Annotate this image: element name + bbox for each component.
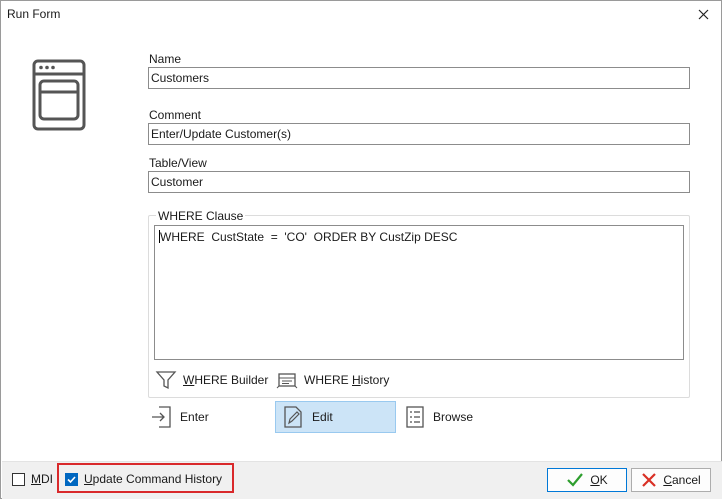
name-field[interactable]: Customers <box>148 67 690 89</box>
cancel-label: Cancel <box>663 473 701 487</box>
where-clause-text: WHERE CustState = 'CO' ORDER BY CustZip … <box>160 230 458 244</box>
form-window-icon <box>32 59 86 131</box>
update-history-label: Update Command History <box>84 472 223 486</box>
ok-button[interactable]: OK <box>547 468 627 492</box>
mdi-checkbox[interactable]: MDI <box>12 472 53 486</box>
where-builder-label: WHERE Builder <box>183 373 269 387</box>
enter-label: Enter <box>180 410 209 424</box>
mdi-checkbox-box[interactable] <box>12 472 25 486</box>
mdi-label: MDI <box>31 472 53 486</box>
browse-label: Browse <box>433 410 474 424</box>
edit-label: Edit <box>312 410 333 424</box>
run-form-dialog: Run Form Name Customers Comment Enter/Up… <box>0 0 722 499</box>
checkmark-icon <box>67 475 76 483</box>
ok-label: OK <box>590 473 608 487</box>
table-view-label: Table/View <box>149 156 207 170</box>
browse-icon <box>406 406 424 428</box>
close-icon <box>698 9 708 19</box>
edit-button[interactable]: Edit <box>275 401 396 433</box>
update-command-history-checkbox[interactable]: Update Command History <box>65 472 222 486</box>
where-builder-button[interactable]: WHERE Builder <box>155 369 268 391</box>
where-history-button[interactable]: WHERE History <box>276 369 389 391</box>
where-clause-label: WHERE Clause <box>156 209 246 223</box>
comment-label: Comment <box>149 108 202 122</box>
history-icon <box>276 373 298 389</box>
update-history-checkbox-box[interactable] <box>65 472 78 486</box>
cancel-x-icon <box>642 473 657 487</box>
table-view-field[interactable]: Customer <box>148 171 690 193</box>
cancel-button[interactable]: Cancel <box>631 468 711 492</box>
enter-button[interactable]: Enter <box>144 401 254 433</box>
close-button[interactable] <box>691 3 715 25</box>
where-history-label: WHERE History <box>304 373 390 387</box>
comment-field[interactable]: Enter/Update Customer(s) <box>148 123 690 145</box>
edit-icon <box>284 406 302 428</box>
ok-checkmark-icon <box>567 473 584 487</box>
enter-icon <box>152 406 171 428</box>
funnel-icon <box>155 371 177 390</box>
where-clause-textarea[interactable]: WHERE CustState = 'CO' ORDER BY CustZip … <box>154 225 684 360</box>
browse-button[interactable]: Browse <box>399 401 509 433</box>
name-label: Name <box>149 52 182 66</box>
window-title: Run Form <box>7 7 61 21</box>
